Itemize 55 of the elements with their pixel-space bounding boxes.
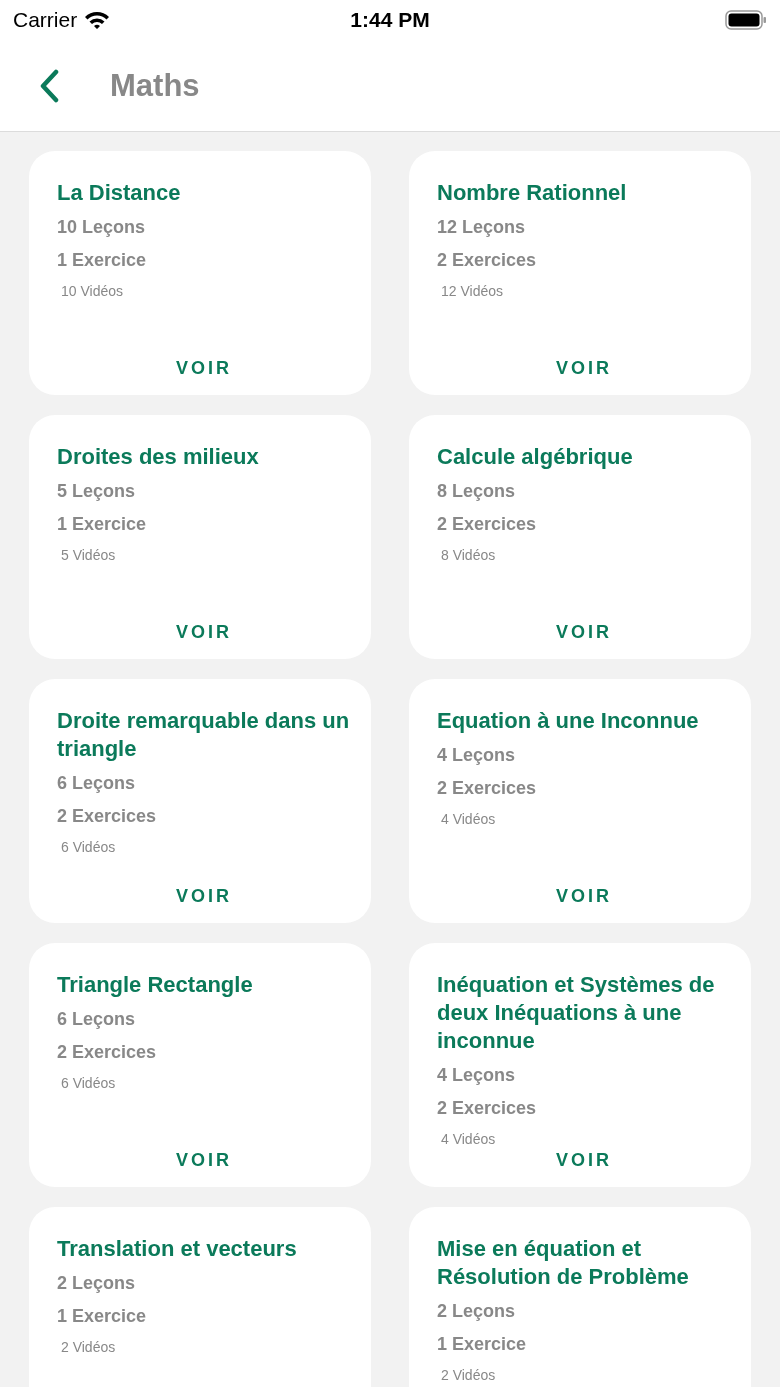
video-count: 2 Vidéos [441,1367,497,1383]
exercise-count: 2 Exercices [437,777,538,800]
video-count: 2 Vidéos [61,1339,117,1355]
carrier-name: Carrier [13,8,78,32]
video-count: 12 Vidéos [441,283,504,299]
wifi-icon [83,10,112,30]
exercise-count: 1 Exercice [437,1333,528,1356]
exercise-count: 2 Exercices [57,805,158,828]
view-button[interactable]: VOIR [172,620,236,645]
back-icon [38,68,60,103]
exercise-count: 1 Exercice [57,1305,148,1328]
view-button[interactable]: VOIR [552,620,616,645]
video-count: 5 Vidéos [61,547,117,563]
view-button[interactable]: VOIR [552,356,616,381]
course-title: La Distance [57,179,182,207]
exercise-count: 2 Exercices [437,1097,538,1120]
lesson-count: 6 Leçons [57,1008,137,1031]
course-title: Translation et vecteurs [57,1235,298,1263]
battery-icon [725,10,767,30]
course-title: Mise en équation et Résolution de Problème [437,1235,690,1291]
lesson-count: 4 Leçons [437,744,517,767]
lesson-count: 10 Leçons [57,216,147,239]
lesson-count: 5 Leçons [57,480,137,503]
view-button[interactable]: VOIR [552,1148,616,1173]
page-title: Maths [110,67,200,104]
view-button[interactable]: VOIR [552,884,616,909]
view-button[interactable]: VOIR [172,356,236,381]
video-count: 4 Vidéos [441,811,497,827]
course-title: Droite remarquable dans un triangle [57,707,351,763]
back-button[interactable] [38,68,60,103]
lesson-count: 4 Leçons [437,1064,517,1087]
course-title: Equation à une Inconnue [437,707,700,735]
video-count: 4 Vidéos [441,1131,497,1147]
course-title: Inéquation et Systèmes de deux Inéquations à une inconnue [437,971,716,1055]
status-time: 1:44 PM [350,8,430,32]
lesson-count: 6 Leçons [57,772,137,795]
exercise-count: 2 Exercices [57,1041,158,1064]
video-count: 8 Vidéos [441,547,497,563]
lesson-count: 2 Leçons [57,1272,137,1295]
course-title: Triangle Rectangle [57,971,254,999]
video-count: 6 Vidéos [61,839,117,855]
view-button[interactable]: VOIR [172,884,236,909]
course-title: Droites des milieux [57,443,260,471]
course-title: Calcule algébrique [437,443,634,471]
video-count: 6 Vidéos [61,1075,117,1091]
exercise-count: 2 Exercices [437,249,538,272]
course-title: Nombre Rationnel [437,179,628,207]
exercise-count: 1 Exercice [57,249,148,272]
lesson-count: 8 Leçons [437,480,517,503]
lesson-count: 12 Leçons [437,216,527,239]
lesson-count: 2 Leçons [437,1300,517,1323]
exercise-count: 2 Exercices [437,513,538,536]
exercise-count: 1 Exercice [57,513,148,536]
video-count: 10 Vidéos [61,283,124,299]
view-button[interactable]: VOIR [172,1148,236,1173]
